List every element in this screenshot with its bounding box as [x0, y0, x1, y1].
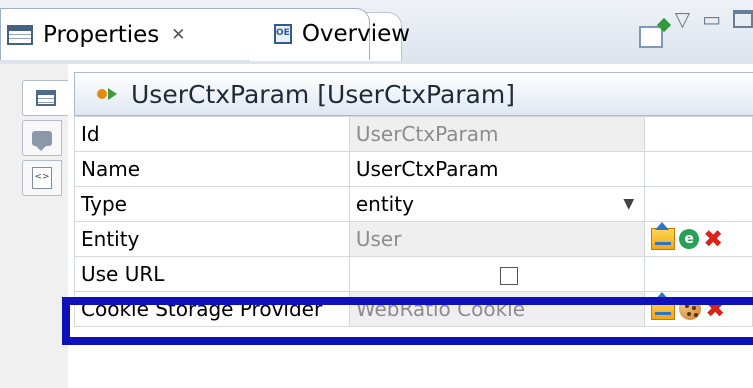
property-actions-id [644, 116, 753, 152]
type-dropdown-value: entity [355, 192, 414, 216]
side-tab-comment[interactable] [22, 120, 62, 156]
type-dropdown[interactable]: entity ▼ [348, 186, 646, 222]
view-toolbar: ▽ ▭ [638, 9, 753, 50]
highlight-annotation [62, 297, 753, 345]
property-actions-name [644, 151, 753, 187]
tab-overview-label: Overview [301, 21, 411, 47]
comment-icon [32, 130, 52, 151]
side-tab-xml[interactable]: <> [22, 160, 62, 196]
properties-table: Id UserCtxParam Name UserCtxParam Type e… [74, 116, 753, 327]
view-menu-icon[interactable]: ▽ [675, 9, 690, 29]
dropdown-arrow-icon[interactable]: ▼ [623, 196, 634, 212]
properties-icon [7, 24, 33, 45]
table-row: Use URL [74, 256, 753, 292]
table-row: Name UserCtxParam [74, 151, 753, 187]
general-icon [36, 90, 56, 106]
property-name-id: Id [74, 116, 350, 152]
context-parameter-icon [97, 87, 123, 101]
entity-icon[interactable]: e [679, 229, 700, 249]
minimize-icon[interactable]: ▭ [702, 9, 721, 29]
page-title: UserCtxParam [UserCtxParam] [131, 79, 515, 109]
maximize-icon[interactable] [733, 10, 753, 28]
property-name-entity: Entity [74, 221, 350, 257]
property-name-use-url: Use URL [74, 256, 350, 292]
name-field[interactable]: UserCtxParam [348, 151, 646, 187]
property-actions-entity: e ✖ [644, 221, 753, 257]
close-icon[interactable]: ✕ [171, 25, 185, 45]
xml-icon: <> [32, 167, 52, 189]
overview-icon: OE [274, 24, 292, 44]
property-value-id: UserCtxParam [348, 116, 646, 152]
view-tab-bar: Properties ✕ OE Overview ▽ ▭ [0, 0, 753, 65]
remove-icon[interactable]: ✖ [703, 227, 723, 251]
tab-overview[interactable]: OE Overview [248, 8, 410, 60]
property-actions-type [644, 186, 753, 222]
select-entity-icon[interactable] [651, 222, 676, 250]
property-actions-use-url [644, 256, 753, 292]
property-name-type: Type [74, 186, 350, 222]
property-name-name: Name [74, 151, 350, 187]
table-row: Entity User e ✖ [74, 221, 753, 257]
side-tab-strip: <> [0, 64, 69, 388]
side-tab-general[interactable] [22, 80, 69, 116]
entity-value: User [348, 221, 646, 257]
use-url-cell [348, 256, 646, 292]
pin-view-icon[interactable] [638, 26, 663, 48]
tab-properties-label: Properties [43, 21, 160, 48]
properties-header: UserCtxParam [UserCtxParam] [74, 72, 753, 116]
table-row: Id UserCtxParam [74, 116, 753, 152]
use-url-checkbox[interactable] [499, 266, 518, 285]
table-row: Type entity ▼ [74, 186, 753, 222]
